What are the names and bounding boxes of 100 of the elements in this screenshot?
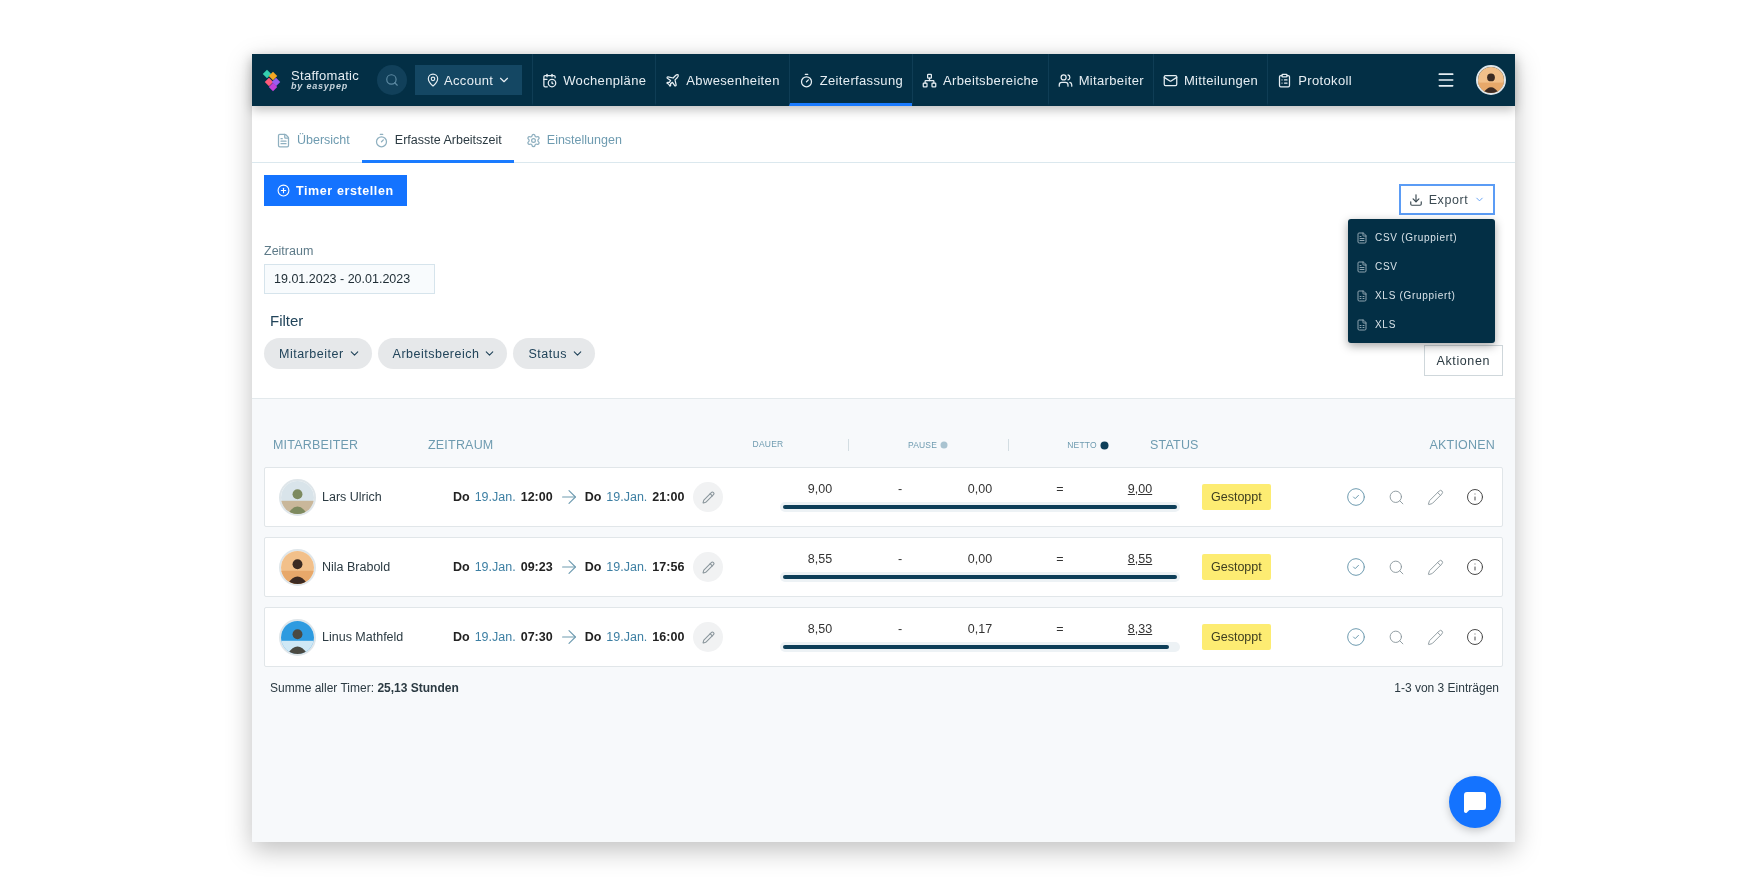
pause-value: 0,00	[967, 482, 993, 496]
duration-value: 9,00	[807, 482, 833, 496]
search-icon	[1388, 488, 1405, 506]
chat-icon	[1463, 790, 1487, 814]
duration-value: 8,55	[807, 552, 833, 566]
create-timer-button[interactable]: Timer erstellen	[264, 175, 407, 206]
chat-button[interactable]	[1449, 776, 1501, 828]
minus-sign: -	[897, 622, 903, 636]
search-button[interactable]	[1388, 488, 1405, 506]
pencil-icon	[1427, 558, 1444, 576]
account-dropdown[interactable]: Account	[415, 65, 523, 95]
clipboard-icon	[1277, 72, 1293, 88]
settings-icon	[525, 132, 541, 148]
approve-button[interactable]	[1346, 487, 1366, 507]
minus-sign: -	[897, 482, 903, 496]
search-button[interactable]	[1388, 628, 1405, 646]
export-button[interactable]: Export	[1399, 184, 1495, 215]
tab[interactable]: Erfasste Arbeitszeit	[361, 120, 514, 163]
pencil-icon	[1427, 488, 1444, 506]
pencil-icon	[1427, 628, 1444, 646]
menu-icon	[1436, 70, 1456, 90]
search-icon	[1388, 628, 1405, 646]
spreadsheet-icon	[1356, 289, 1368, 302]
check-circle-icon	[1346, 557, 1366, 577]
weekday: Do	[453, 630, 470, 644]
status-badge: Gestoppt	[1202, 484, 1271, 510]
info-button[interactable]	[1466, 488, 1484, 506]
menu-item[interactable]: CSV (Gruppiert)	[1348, 223, 1495, 252]
users-icon	[1057, 72, 1073, 88]
menu-item[interactable]: CSV	[1348, 252, 1495, 281]
equals-sign: =	[1056, 622, 1064, 636]
pencil-icon	[701, 490, 715, 504]
pause-value: 0,00	[967, 552, 993, 566]
weekday: Do	[453, 490, 470, 504]
pin-icon	[426, 73, 441, 87]
time: 21:00	[652, 490, 685, 504]
duration-value: 8,50	[807, 622, 833, 636]
info-dot-icon	[940, 441, 949, 449]
time: 09:23	[520, 560, 553, 574]
logo-name: Staffomatic	[291, 69, 360, 82]
column-header: PAUSE	[907, 440, 938, 450]
envelope-icon	[1162, 72, 1178, 88]
pause-value: 0,17	[967, 622, 993, 636]
net-value[interactable]: 8,55	[1127, 552, 1153, 566]
menu-button[interactable]	[1436, 70, 1456, 90]
net-value[interactable]: 8,33	[1127, 622, 1153, 636]
approve-button[interactable]	[1346, 557, 1366, 577]
file-icon	[1356, 231, 1368, 244]
check-circle-icon	[1346, 487, 1366, 507]
search-button[interactable]	[377, 65, 408, 95]
equals-sign: =	[1056, 482, 1064, 496]
check-circle-icon	[1346, 627, 1366, 647]
edit-time-button[interactable]	[693, 552, 724, 582]
time: 17:56	[652, 560, 685, 574]
total-summary: Summe aller Timer: 25,13 Stunden	[270, 681, 459, 695]
stopwatch-icon	[798, 72, 814, 88]
approve-button[interactable]	[1346, 627, 1366, 647]
search-button[interactable]	[1388, 558, 1405, 576]
status-badge: Gestoppt	[1202, 554, 1271, 580]
info-button[interactable]	[1466, 628, 1484, 646]
network-icon	[922, 72, 938, 88]
filter-chip[interactable]: Arbeitsbereich	[377, 338, 508, 369]
dot-icon	[1099, 440, 1109, 450]
edit-time-button[interactable]	[693, 482, 724, 512]
column-header: NETTO	[1067, 440, 1097, 450]
net-value[interactable]: 9,00	[1127, 482, 1153, 496]
employee-name: Lars Ulrich	[322, 490, 382, 504]
pagination-info: 1-3 von 3 Einträgen	[1394, 681, 1499, 695]
menu-item[interactable]: XLS	[1348, 310, 1495, 339]
filter-chip[interactable]: Mitarbeiter	[264, 338, 372, 369]
date: 19.Jan.	[474, 630, 516, 644]
filter-chip[interactable]: Status	[513, 338, 595, 369]
date-range-field[interactable]: 19.01.2023 - 20.01.2023	[264, 264, 435, 294]
menu-item[interactable]: XLS (Gruppiert)	[1348, 281, 1495, 310]
spreadsheet-icon	[1356, 318, 1368, 331]
time: 16:00	[652, 630, 685, 644]
weekday: Do	[584, 490, 602, 504]
plus-circle-icon	[277, 184, 290, 197]
info-icon	[1466, 488, 1484, 506]
date: 19.Jan.	[474, 490, 516, 504]
actions-button[interactable]: Aktionen	[1423, 345, 1503, 376]
pencil-icon	[701, 630, 715, 644]
file-icon	[1356, 260, 1368, 273]
edit-button[interactable]	[1427, 488, 1444, 506]
logo-tagline: by easypep	[291, 82, 350, 91]
document-icon	[276, 132, 291, 148]
field-label: Zeitraum	[264, 244, 314, 258]
search-icon	[385, 73, 400, 87]
info-button[interactable]	[1466, 558, 1484, 576]
time: 12:00	[520, 490, 553, 504]
employee-name: Nila Brabold	[322, 560, 391, 574]
pencil-icon	[701, 560, 715, 574]
date: 19.Jan.	[474, 560, 516, 574]
column-header: MITARBEITER	[273, 438, 360, 452]
calendar-icon	[542, 72, 558, 88]
edit-time-button[interactable]	[693, 622, 724, 652]
status-badge: Gestoppt	[1202, 624, 1271, 650]
plane-icon	[665, 72, 681, 88]
edit-button[interactable]	[1427, 628, 1444, 646]
edit-button[interactable]	[1427, 558, 1444, 576]
